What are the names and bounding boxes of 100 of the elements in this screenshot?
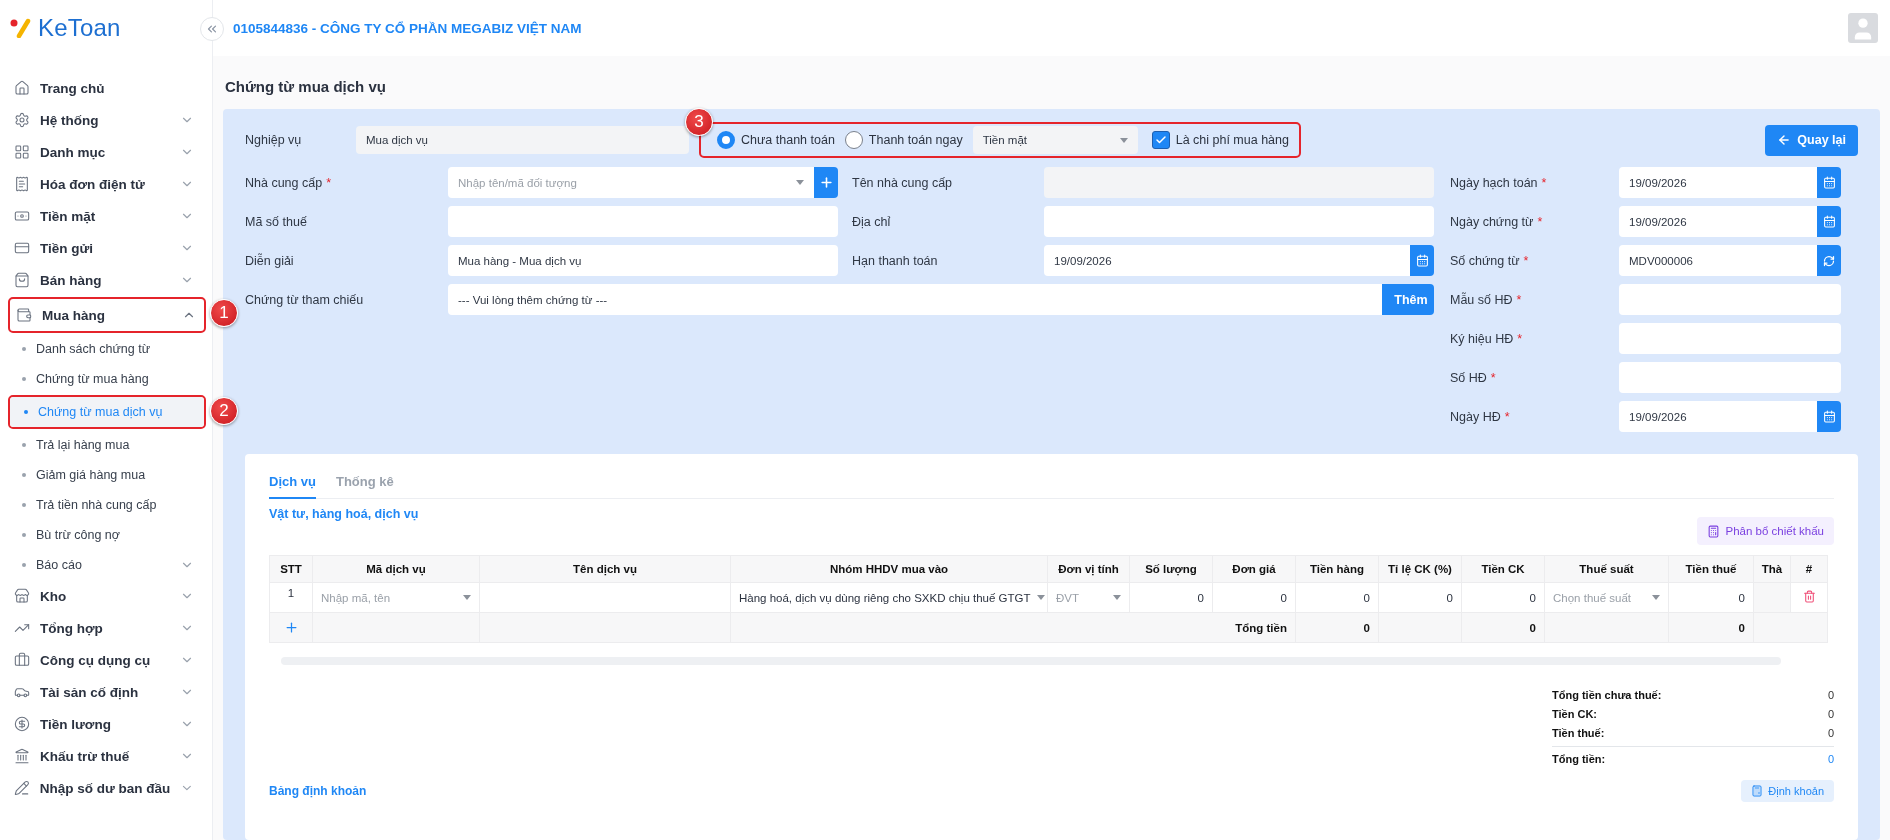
add-button[interactable]: Thêm xyxy=(1382,284,1434,315)
plus-icon xyxy=(283,620,299,635)
store-icon xyxy=(14,588,30,604)
bank-icon xyxy=(14,748,30,764)
table-cell: 0 xyxy=(1378,582,1462,613)
add-row-button[interactable] xyxy=(283,620,299,635)
sidebar-item[interactable]: Tiền lương xyxy=(8,708,202,740)
collapse-button[interactable] xyxy=(200,17,224,41)
summary-value: 0 xyxy=(1827,707,1834,720)
field-label: Hạn thanh toán xyxy=(851,253,939,268)
input-field[interactable] xyxy=(448,206,838,237)
summary-label: Tiền thuế: xyxy=(1552,726,1605,739)
sidebar-item[interactable]: Bán hàng xyxy=(8,264,202,296)
sidebar-subitem[interactable]: Báo cáo xyxy=(8,550,202,580)
bullet-icon xyxy=(22,473,26,477)
grid-icon xyxy=(14,144,30,160)
sidebar-item[interactable]: Mua hàng xyxy=(10,299,204,331)
input-field[interactable]: MDV000006 xyxy=(1619,245,1817,276)
column-header: Thà xyxy=(1753,555,1791,583)
sidebar-subitem[interactable]: Giảm giá hàng mua xyxy=(8,460,202,490)
summary-value: 0 xyxy=(1827,752,1834,765)
column-header: Tiền hàng xyxy=(1295,555,1379,583)
date-field[interactable]: 19/09/2026 xyxy=(1044,245,1410,276)
sidebar-item[interactable]: Trang chủ xyxy=(8,72,202,104)
input-field[interactable]: Mua dịch vụ xyxy=(356,126,689,154)
discount-button[interactable]: Phân bổ chiết khấu xyxy=(1696,517,1834,545)
calculator-icon xyxy=(1706,524,1720,538)
field-label: Ngày hạch toán * xyxy=(1450,175,1548,190)
bullet-icon xyxy=(22,533,26,537)
field-label: Địa chỉ xyxy=(851,214,892,229)
input-field[interactable] xyxy=(1044,206,1434,237)
date-field[interactable]: 19/09/2026 xyxy=(1619,401,1817,432)
radio-option[interactable]: Chưa thanh toán xyxy=(717,131,835,149)
sidebar-item[interactable]: Tiền mặt xyxy=(8,200,202,232)
calendar-button[interactable] xyxy=(1817,206,1841,237)
date-field[interactable]: 19/09/2026 xyxy=(1619,206,1817,237)
field-label: Nhà cung cấp * xyxy=(245,175,332,190)
column-header: Đơn giá xyxy=(1212,555,1296,583)
input-field[interactable]: --- Vui lòng thêm chứng từ --- xyxy=(448,284,1382,315)
field-label: Ngày chứng từ * xyxy=(1450,214,1544,229)
input-field[interactable] xyxy=(1619,362,1841,393)
field-label: Diễn giải xyxy=(245,253,295,268)
callout-badge: 2 xyxy=(210,397,238,425)
input-field[interactable]: Mua hàng - Mua dịch vụ xyxy=(448,245,838,276)
back-button[interactable]: Quay lại xyxy=(1765,124,1858,156)
sidebar-subitem[interactable]: Trả tiền nhà cung cấp xyxy=(8,490,202,520)
sidebar-item[interactable]: Danh mục xyxy=(8,136,202,168)
wallet-icon xyxy=(16,307,32,323)
logo-text: KeToan xyxy=(38,14,121,42)
column-header: Mã dịch vụ xyxy=(312,555,480,583)
sidebar-item[interactable]: Khấu trừ thuế xyxy=(8,740,202,772)
radio-option[interactable]: Thanh toán ngay xyxy=(844,131,963,149)
sidebar-subitem[interactable]: Chứng từ mua hàng xyxy=(8,364,202,394)
delete-icon[interactable] xyxy=(1802,590,1816,603)
field-label: Số chứng từ * xyxy=(1450,253,1530,268)
banknote-icon xyxy=(14,208,30,224)
sidebar-subitem[interactable]: Trả lại hàng mua xyxy=(8,430,202,460)
sidebar-item[interactable]: Kho xyxy=(8,580,202,612)
field-label: Ngày HĐ * xyxy=(1450,409,1511,424)
sidebar-item[interactable]: Tiền gửi xyxy=(8,232,202,264)
checkbox-option[interactable]: Là chi phí mua hàng xyxy=(1151,131,1289,149)
bag-icon xyxy=(14,272,30,288)
calendar-button[interactable] xyxy=(1410,245,1434,276)
sidebar-item[interactable]: Hóa đơn điện tử xyxy=(8,168,202,200)
summary-label: Tổng tiền chưa thuế: xyxy=(1552,688,1662,701)
calculator-icon xyxy=(1751,785,1764,797)
column-header: Tiền thuế xyxy=(1668,555,1754,583)
refresh-button[interactable] xyxy=(1817,245,1841,276)
column-header: Thuế suất xyxy=(1544,555,1669,583)
sidebar-item[interactable]: Công cụ dụng cụ xyxy=(8,644,202,676)
calendar-button[interactable] xyxy=(1817,401,1841,432)
sidebar-subitem[interactable]: Bù trừ công nợ xyxy=(8,520,202,550)
select-field[interactable]: Tiền mặt xyxy=(972,126,1138,154)
sidebar-item[interactable]: Hệ thống xyxy=(8,104,202,136)
section-title: Vật tư, hàng hoá, dịch vụ xyxy=(269,507,419,521)
add-button[interactable] xyxy=(814,167,838,198)
sidebar-subitem[interactable]: Danh sách chứng từ xyxy=(8,334,202,364)
input-field[interactable] xyxy=(1619,323,1841,354)
date-field[interactable]: 19/09/2026 xyxy=(1619,167,1817,198)
calendar-button[interactable] xyxy=(1817,167,1841,198)
avatar[interactable] xyxy=(1848,13,1878,43)
total-value: 0 xyxy=(1461,612,1545,643)
column-header: Nhóm HHDV mua vào xyxy=(730,555,1048,583)
gear-icon xyxy=(14,112,30,128)
plus-icon xyxy=(818,175,834,190)
column-header: Tên dịch vụ xyxy=(479,555,731,583)
table-cell: 0 xyxy=(1461,582,1545,613)
bullet-icon xyxy=(22,377,26,381)
field-label: Tên nhà cung cấp xyxy=(851,175,954,190)
column-header: # xyxy=(1790,555,1828,583)
sidebar-item[interactable]: Nhập số dư ban đầu xyxy=(8,772,202,804)
receipt-icon xyxy=(14,176,30,192)
sidebar-item[interactable]: Tổng hợp xyxy=(8,612,202,644)
sidebar-item[interactable]: Tài sản cố định xyxy=(8,676,202,708)
house-icon xyxy=(14,80,30,96)
total-label: Tổng tiền xyxy=(730,612,1296,643)
input-field[interactable] xyxy=(1044,167,1434,198)
select-cell[interactable]: Hàng hoá, dịch vụ dùng riêng cho SXKD chịu thuế GTGT xyxy=(730,582,1048,613)
input-field[interactable] xyxy=(1619,284,1841,315)
tab[interactable]: Dịch vụ xyxy=(269,462,316,499)
